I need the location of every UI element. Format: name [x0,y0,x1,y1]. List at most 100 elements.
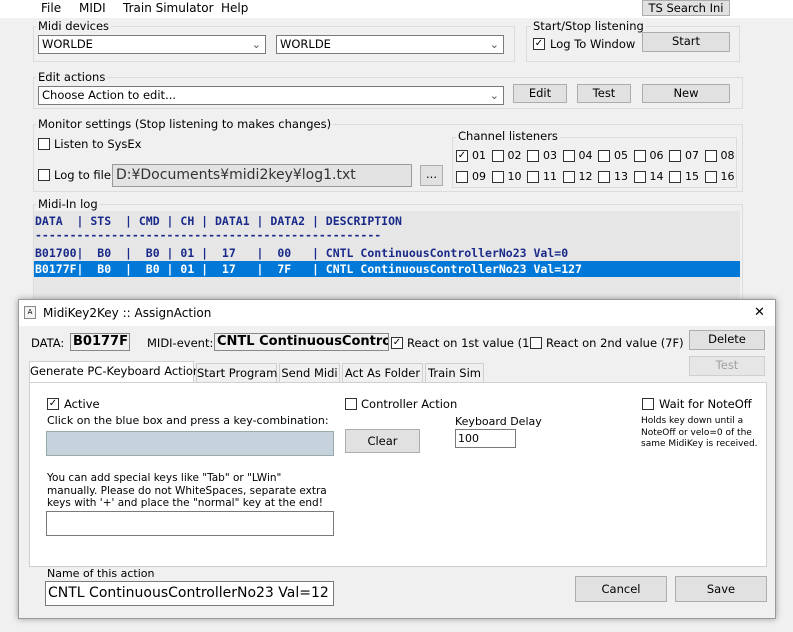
channel-11-checkbox[interactable] [527,171,539,183]
controller-action-label: Controller Action [361,397,458,411]
menu-midi[interactable]: MIDI [79,1,106,15]
log-to-file-checkbox[interactable] [38,169,50,181]
listen-sysex-checkbox[interactable] [38,138,50,150]
channel-label: 06 [649,149,664,162]
cancel-button[interactable]: Cancel [575,576,667,602]
midi-log-separator: ----------------------------------------… [35,228,382,242]
channel-listeners-legend: Channel listeners [456,129,560,143]
midi-output-combo[interactable]: WORLDE ⌄ [276,35,504,54]
react-second-label: React on 2nd value (7F) [546,336,684,350]
test-button[interactable]: Test [577,84,631,103]
menu-help[interactable]: Help [221,1,248,15]
channel-12-checkbox[interactable] [562,171,575,183]
channel-label: 01 [472,149,486,162]
react-first-checkbox[interactable]: ✓ [391,337,403,349]
listen-sysex-label: Listen to SysEx [54,137,142,151]
channel-15-checkbox[interactable] [669,171,681,183]
wait-noteoff-hint: Holds key down until a NoteOff or velo=0… [641,416,758,449]
channel-label: 09 [472,170,486,183]
special-keys-hint: You can add special keys like "Tab" or "… [47,472,327,509]
start-stop-legend: Start/Stop listening [531,19,646,33]
channel-label: 10 [507,170,522,183]
midi-log-row[interactable]: B01700| B0 | B0 | 01 | 17 | 00 | CNTL Co… [35,246,568,260]
midi-log-row-selected[interactable]: B0177F| B0 | B0 | 01 | 17 | 7F | CNTL Co… [34,261,740,277]
channel-label: 03 [543,149,557,162]
action-select-combo[interactable]: Choose Action to edit... ⌄ [38,86,504,105]
log-file-path-field[interactable]: D:¥Documents¥midi2key¥log1.txt [112,164,412,187]
channel-16-checkbox[interactable] [704,171,717,183]
channel-04-checkbox[interactable] [562,150,575,162]
menu-train-simulator[interactable]: Train Simulator [123,1,214,15]
assign-action-dialog: A MidiKey2Key :: AssignAction ✕ DATA: B0… [18,299,776,619]
channel-label: 02 [507,149,522,162]
channel-02-checkbox[interactable] [491,150,504,162]
data-label: DATA: [31,336,65,350]
new-button[interactable]: New [642,84,730,103]
channel-13-checkbox[interactable] [598,171,610,183]
midi-devices-legend: Midi devices [36,19,112,33]
action-name-input[interactable]: CNTL ContinuousControllerNo23 Val=12 [45,581,334,606]
midi-input-combo[interactable]: WORLDE ⌄ [38,35,266,54]
tab-send-midi[interactable]: Send Midi [279,363,340,382]
action-select-value: Choose Action to edit... [42,88,177,102]
channel-09-checkbox[interactable] [456,171,468,183]
channel-08-checkbox[interactable] [704,150,717,162]
save-button[interactable]: Save [675,576,767,602]
keyboard-delay-input[interactable]: 100 [455,429,516,448]
chevron-down-icon: ⌄ [251,38,261,51]
channel-14-checkbox[interactable] [633,171,646,183]
tab-start-program[interactable]: Start Program [196,363,277,382]
tab-train-sim[interactable]: Train Sim [425,363,484,382]
midi-log-row-text: B0177F| B0 | B0 | 01 | 17 | 7F | CNTL Co… [35,262,582,276]
channel-label: 14 [649,170,664,183]
channel-07-checkbox[interactable] [669,150,681,162]
tab-act-as-folder[interactable]: Act As Folder [342,363,423,382]
react-second-checkbox[interactable] [530,337,542,349]
key-capture-box[interactable] [46,431,334,456]
edit-actions-legend: Edit actions [36,70,108,84]
midi-log-legend: Midi-In log [36,197,100,211]
controller-action-checkbox[interactable] [345,398,357,410]
channel-10-checkbox[interactable] [491,171,504,183]
channel-05-checkbox[interactable] [598,150,610,162]
edit-button[interactable]: Edit [513,84,567,103]
dialog-title-bar: A MidiKey2Key :: AssignAction ✕ [19,300,775,326]
close-icon[interactable]: ✕ [754,305,765,320]
menu-bar: File MIDI Train Simulator Help TS Search… [0,0,793,18]
action-name-label: Name of this action [47,567,155,580]
channel-label: 16 [720,170,735,183]
channel-label: 12 [578,170,593,183]
channel-label: 05 [614,149,628,162]
channel-06-checkbox[interactable] [633,150,646,162]
clear-button[interactable]: Clear [345,429,420,453]
dialog-title: MidiKey2Key :: AssignAction [43,306,212,320]
app-icon: A [24,306,36,319]
tab-generate-keyboard-action[interactable]: Generate PC-Keyboard Action [29,361,200,382]
log-to-window-checkbox[interactable]: ✓ [533,38,545,50]
channel-03-checkbox[interactable] [527,150,539,162]
tab-panel: ✓ Active Click on the blue box and press… [29,382,767,567]
wait-noteoff-checkbox[interactable] [642,398,654,410]
midi-event-label: MIDI-event: [147,336,214,350]
delete-button[interactable]: Delete [689,330,765,350]
channel-01-checkbox[interactable]: ✓ [456,150,468,162]
chevron-down-icon: ⌄ [489,89,499,102]
start-button[interactable]: Start [642,32,730,52]
browse-button[interactable]: ... [420,165,443,186]
channel-label: 07 [685,149,699,162]
react-first-label: React on 1st value (17) [407,336,542,350]
active-checkbox[interactable]: ✓ [47,398,59,410]
active-label: Active [64,397,100,411]
menu-file[interactable]: File [41,1,61,15]
click-hint: Click on the blue box and press a key-co… [47,414,329,427]
channel-label: 04 [578,149,593,162]
wait-noteoff-label: Wait for NoteOff [659,397,752,411]
special-keys-input[interactable] [46,511,334,536]
midi-input-value: WORLDE [42,37,93,51]
dialog-test-button[interactable]: Test [689,356,765,376]
midi-log-list[interactable]: DATA | STS | CMD | CH | DATA1 | DATA2 | … [34,211,740,301]
chevron-down-icon: ⌄ [489,38,499,51]
ts-search-ini-button[interactable]: TS Search Ini [642,0,730,16]
log-to-file-label: Log to file [54,168,111,182]
channel-label: 13 [614,170,628,183]
